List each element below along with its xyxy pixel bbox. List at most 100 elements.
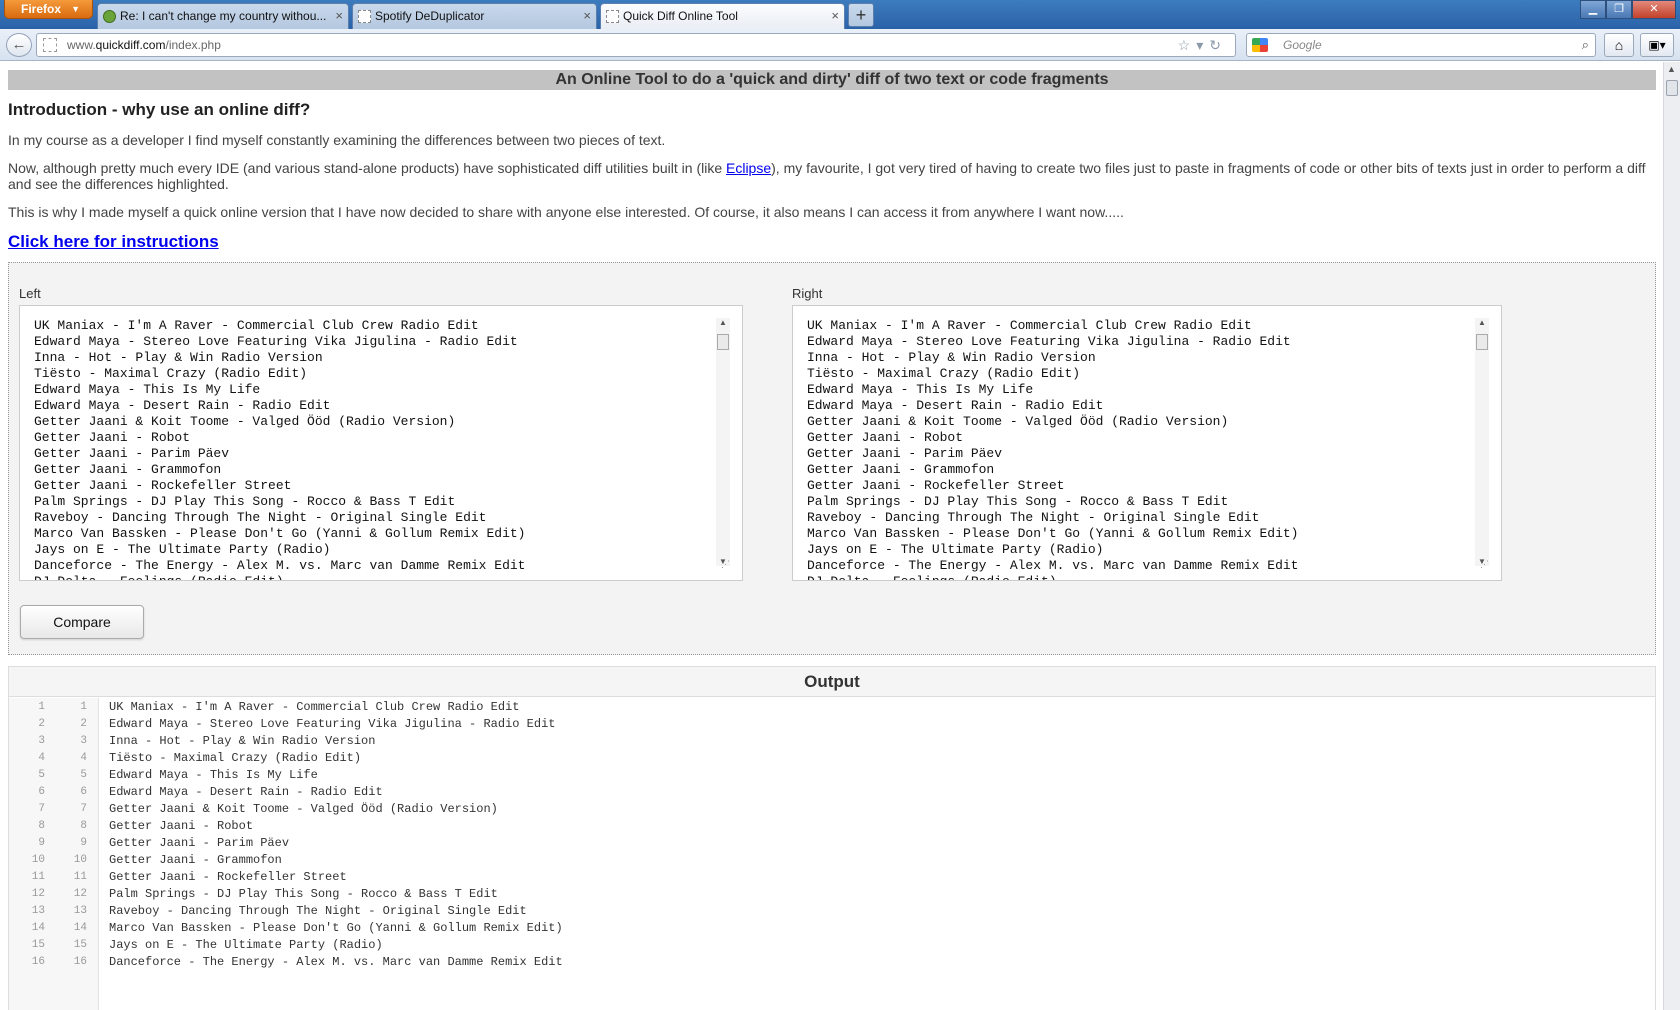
output-row: 1 1 UK Maniax - I'm A Raver - Commercial C…	[9, 699, 1655, 716]
textarea-line: Getter Jaani - Grammofon	[807, 462, 995, 477]
home-button[interactable]: ⌂	[1604, 33, 1634, 57]
output-line-text: Danceforce - The Energy - Alex M. vs. Ma…	[109, 955, 563, 969]
close-tab-icon[interactable]: ×	[335, 4, 343, 28]
textarea-line: Marco Van Bassken - Please Don't Go (Yan…	[807, 526, 1299, 541]
url-bar-tools: ☆▾↻	[1178, 34, 1227, 56]
left-line-number: 9	[38, 837, 45, 849]
bookmarks-icon: ▣▾	[1648, 38, 1666, 52]
page-icon	[358, 10, 371, 23]
url-bar[interactable]: www.quickdiff.com/index.php ☆▾↻	[36, 33, 1236, 57]
textarea-line: Getter Jaani & Koit Toome - Valged Ööd (…	[34, 414, 456, 429]
tab-spotify-deduplicator[interactable]: Spotify DeDuplicator ×	[352, 3, 597, 29]
tab-spotify-forum[interactable]: Re: I can't change my country withou... …	[97, 3, 349, 29]
maximize-icon[interactable]: ❐	[1606, 0, 1632, 19]
scroll-thumb[interactable]	[1476, 334, 1488, 350]
intro-heading: Introduction - why use an online diff?	[8, 100, 311, 119]
output-row: 11 11 Getter Jaani - Rockefeller Street	[9, 869, 1655, 886]
firefox-menu-button[interactable]: Firefox ▼	[4, 0, 93, 19]
google-icon[interactable]	[1252, 38, 1268, 52]
firefox-menu-label: Firefox	[21, 2, 62, 16]
scroll-up-icon[interactable]: ▲	[1667, 64, 1676, 74]
output-line-text: Tiësto - Maximal Crazy (Radio Edit)	[109, 751, 362, 765]
bookmark-star-icon[interactable]: ☆	[1178, 37, 1197, 53]
output-row: 10 10 Getter Jaani - Grammofon	[9, 852, 1655, 869]
scroll-up-icon[interactable]: ▲	[1478, 318, 1486, 327]
textarea-line: Getter Jaani - Parim Päev	[34, 446, 230, 461]
right-textarea[interactable]: UK Maniax - I'm A Raver - Commercial Clu…	[792, 305, 1502, 581]
right-line-number: 6	[80, 786, 87, 798]
url-path: /index.php	[165, 38, 221, 52]
output-line-text: Getter Jaani - Parim Päev	[109, 836, 290, 850]
left-line-number: 8	[38, 820, 45, 832]
minimize-icon[interactable]: ▁	[1580, 0, 1606, 19]
right-line-number: 16	[73, 956, 87, 968]
search-icon[interactable]: ⌕	[1582, 34, 1589, 56]
output-line-text: Jays on E - The Ultimate Party (Radio)	[109, 938, 383, 952]
eclipse-link[interactable]: Eclipse	[726, 160, 771, 176]
output-row: 14 14 Marco Van Bassken - Please Don't Go …	[9, 920, 1655, 937]
right-line-number: 7	[80, 803, 87, 815]
tab-quick-diff[interactable]: Quick Diff Online Tool ×	[600, 3, 845, 29]
scroll-thumb[interactable]	[1666, 80, 1678, 96]
right-line-number: 8	[80, 820, 87, 832]
right-line-number: 11	[73, 871, 87, 883]
search-input[interactable]: Google ⌕	[1246, 33, 1596, 57]
output-row: 3 3 Inna - Hot - Play & Win Radio Version	[9, 733, 1655, 750]
dropdown-arrow-icon[interactable]: ▾	[1196, 37, 1209, 53]
arrow-left-icon: ←	[11, 36, 27, 53]
output-line-text: Getter Jaani - Grammofon	[109, 853, 282, 867]
reload-icon[interactable]: ↻	[1209, 37, 1227, 53]
textarea-line: Danceforce - The Energy - Alex M. vs. Ma…	[807, 558, 1299, 573]
textarea-line: Inna - Hot - Play & Win Radio Version	[34, 350, 323, 365]
intro-paragraph-2: Now, although pretty much every IDE (and…	[8, 160, 1656, 192]
tab-label: Spotify DeDuplicator	[375, 9, 485, 23]
right-textarea-scrollbar[interactable]: ▲ ▼	[1475, 318, 1489, 566]
output-line-text: Edward Maya - Desert Rain - Radio Edit	[109, 785, 383, 799]
window-controls: ▁ ❐ ✕	[1580, 0, 1676, 19]
bookmarks-button[interactable]: ▣▾	[1640, 33, 1674, 57]
left-line-number: 16	[31, 956, 45, 968]
textarea-line: Getter Jaani - Parim Päev	[807, 446, 1003, 461]
navigation-toolbar: ← www.quickdiff.com/index.php ☆▾↻ Google…	[0, 29, 1680, 61]
output-row: 2 2 Edward Maya - Stereo Love Featuring Vi…	[9, 716, 1655, 733]
url-prefix: www.	[67, 38, 96, 52]
resize-grip-icon[interactable]: ⋰	[721, 559, 730, 570]
output-row: 9 9 Getter Jaani - Parim Päev	[9, 835, 1655, 852]
textarea-line: Edward Maya - This Is My Life	[34, 382, 261, 397]
output-line-text: UK Maniax - I'm A Raver - Commercial Clu…	[109, 700, 520, 714]
left-textarea[interactable]: UK Maniax - I'm A Raver - Commercial Clu…	[19, 305, 743, 581]
textarea-line: Tiësto - Maximal Crazy (Radio Edit)	[34, 366, 308, 381]
compare-button[interactable]: Compare	[20, 605, 144, 639]
left-line-number: 3	[38, 735, 45, 747]
back-button[interactable]: ←	[6, 33, 32, 57]
right-line-number: 1	[80, 701, 87, 713]
left-line-number: 15	[31, 939, 45, 951]
left-textarea-scrollbar[interactable]: ▲ ▼	[716, 318, 730, 566]
textarea-line: Edward Maya - Stereo Love Featuring Vika…	[34, 334, 518, 349]
left-label: Left	[19, 286, 41, 301]
instructions-link[interactable]: Click here for instructions	[8, 232, 219, 252]
right-line-number: 3	[80, 735, 87, 747]
output-panel: Output 1 1 UK Maniax - I'm A Raver - Comme…	[8, 666, 1656, 1010]
textarea-line: Palm Springs - DJ Play This Song - Rocco…	[34, 494, 456, 509]
chevron-down-icon: ▼	[71, 4, 80, 14]
output-row: 4 4 Tiësto - Maximal Crazy (Radio Edit)	[9, 750, 1655, 767]
output-rows: 1 1 UK Maniax - I'm A Raver - Commercial C…	[9, 699, 1655, 971]
page-scrollbar[interactable]: ▲	[1663, 62, 1680, 1010]
output-row: 8 8 Getter Jaani - Robot	[9, 818, 1655, 835]
scroll-up-icon[interactable]: ▲	[719, 318, 727, 327]
resize-grip-icon[interactable]: ⋰	[1480, 559, 1489, 570]
close-tab-icon[interactable]: ×	[831, 4, 839, 28]
new-tab-button[interactable]: +	[848, 3, 874, 27]
output-row: 15 15 Jays on E - The Ultimate Party (Radi…	[9, 937, 1655, 954]
right-line-number: 15	[73, 939, 87, 951]
output-row: 7 7 Getter Jaani & Koit Toome - Valged Ööd…	[9, 801, 1655, 818]
output-line-text: Getter Jaani & Koit Toome - Valged Ööd (…	[109, 802, 498, 816]
textarea-line: Getter Jaani - Grammofon	[34, 462, 222, 477]
close-window-icon[interactable]: ✕	[1632, 0, 1676, 19]
left-line-number: 14	[31, 922, 45, 934]
scroll-thumb[interactable]	[717, 334, 729, 350]
close-tab-icon[interactable]: ×	[583, 4, 591, 28]
textarea-line: Tiësto - Maximal Crazy (Radio Edit)	[807, 366, 1081, 381]
textarea-line: Getter Jaani - Rockefeller Street	[807, 478, 1065, 493]
